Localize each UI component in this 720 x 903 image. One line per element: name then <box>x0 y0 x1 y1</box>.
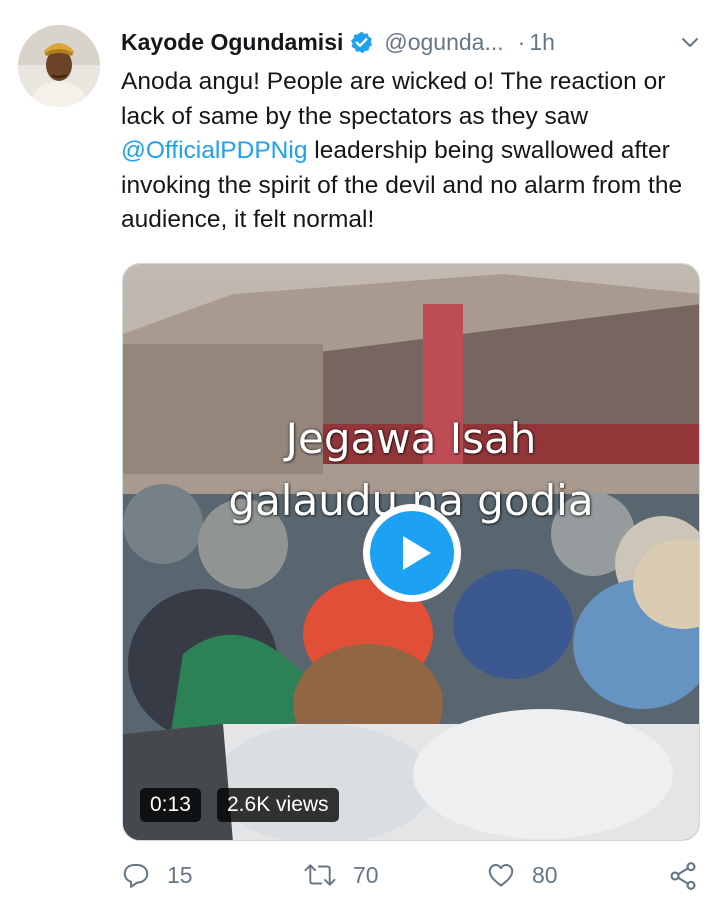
video-player[interactable]: Jegawa Isah galaudu na godia 0:13 2.6K v… <box>122 263 700 841</box>
reply-button[interactable]: 15 <box>121 860 193 890</box>
tweet-text-start: Anoda angu! People are wicked o! The rea… <box>121 68 666 130</box>
author-handle[interactable]: @ogunda... <box>384 29 503 56</box>
like-icon <box>488 864 514 887</box>
verified-badge-icon <box>351 31 373 53</box>
chevron-down-icon[interactable] <box>679 31 701 53</box>
retweet-button[interactable]: 70 <box>303 860 379 890</box>
reply-icon <box>123 864 149 888</box>
time-separator: · <box>517 28 526 55</box>
tweet-timestamp[interactable]: 1h <box>529 29 555 56</box>
like-button[interactable]: 80 <box>486 860 558 890</box>
retweet-count: 70 <box>353 861 379 888</box>
video-view-count: 2.6K views <box>217 788 339 822</box>
share-button[interactable] <box>667 860 699 892</box>
tweet-actions: 15 70 80 <box>121 860 706 900</box>
retweet-icon <box>304 864 336 886</box>
reply-count: 15 <box>167 861 193 888</box>
play-icon <box>370 511 454 595</box>
author-name[interactable]: Kayode Ogundamisi <box>121 29 343 56</box>
like-count: 80 <box>532 861 558 888</box>
avatar[interactable] <box>18 25 100 107</box>
mention-link[interactable]: @OfficialPDPNig <box>121 137 307 164</box>
tweet-header: Kayode Ogundamisi @ogunda... · 1h <box>121 24 701 60</box>
play-button[interactable] <box>363 504 461 602</box>
tweet-text: Anoda angu! People are wicked o! The rea… <box>121 65 706 238</box>
video-duration: 0:13 <box>140 788 201 822</box>
share-icon <box>670 862 696 890</box>
video-overlay-title: Jegawa Isah <box>285 414 537 463</box>
avatar-image <box>18 25 100 107</box>
